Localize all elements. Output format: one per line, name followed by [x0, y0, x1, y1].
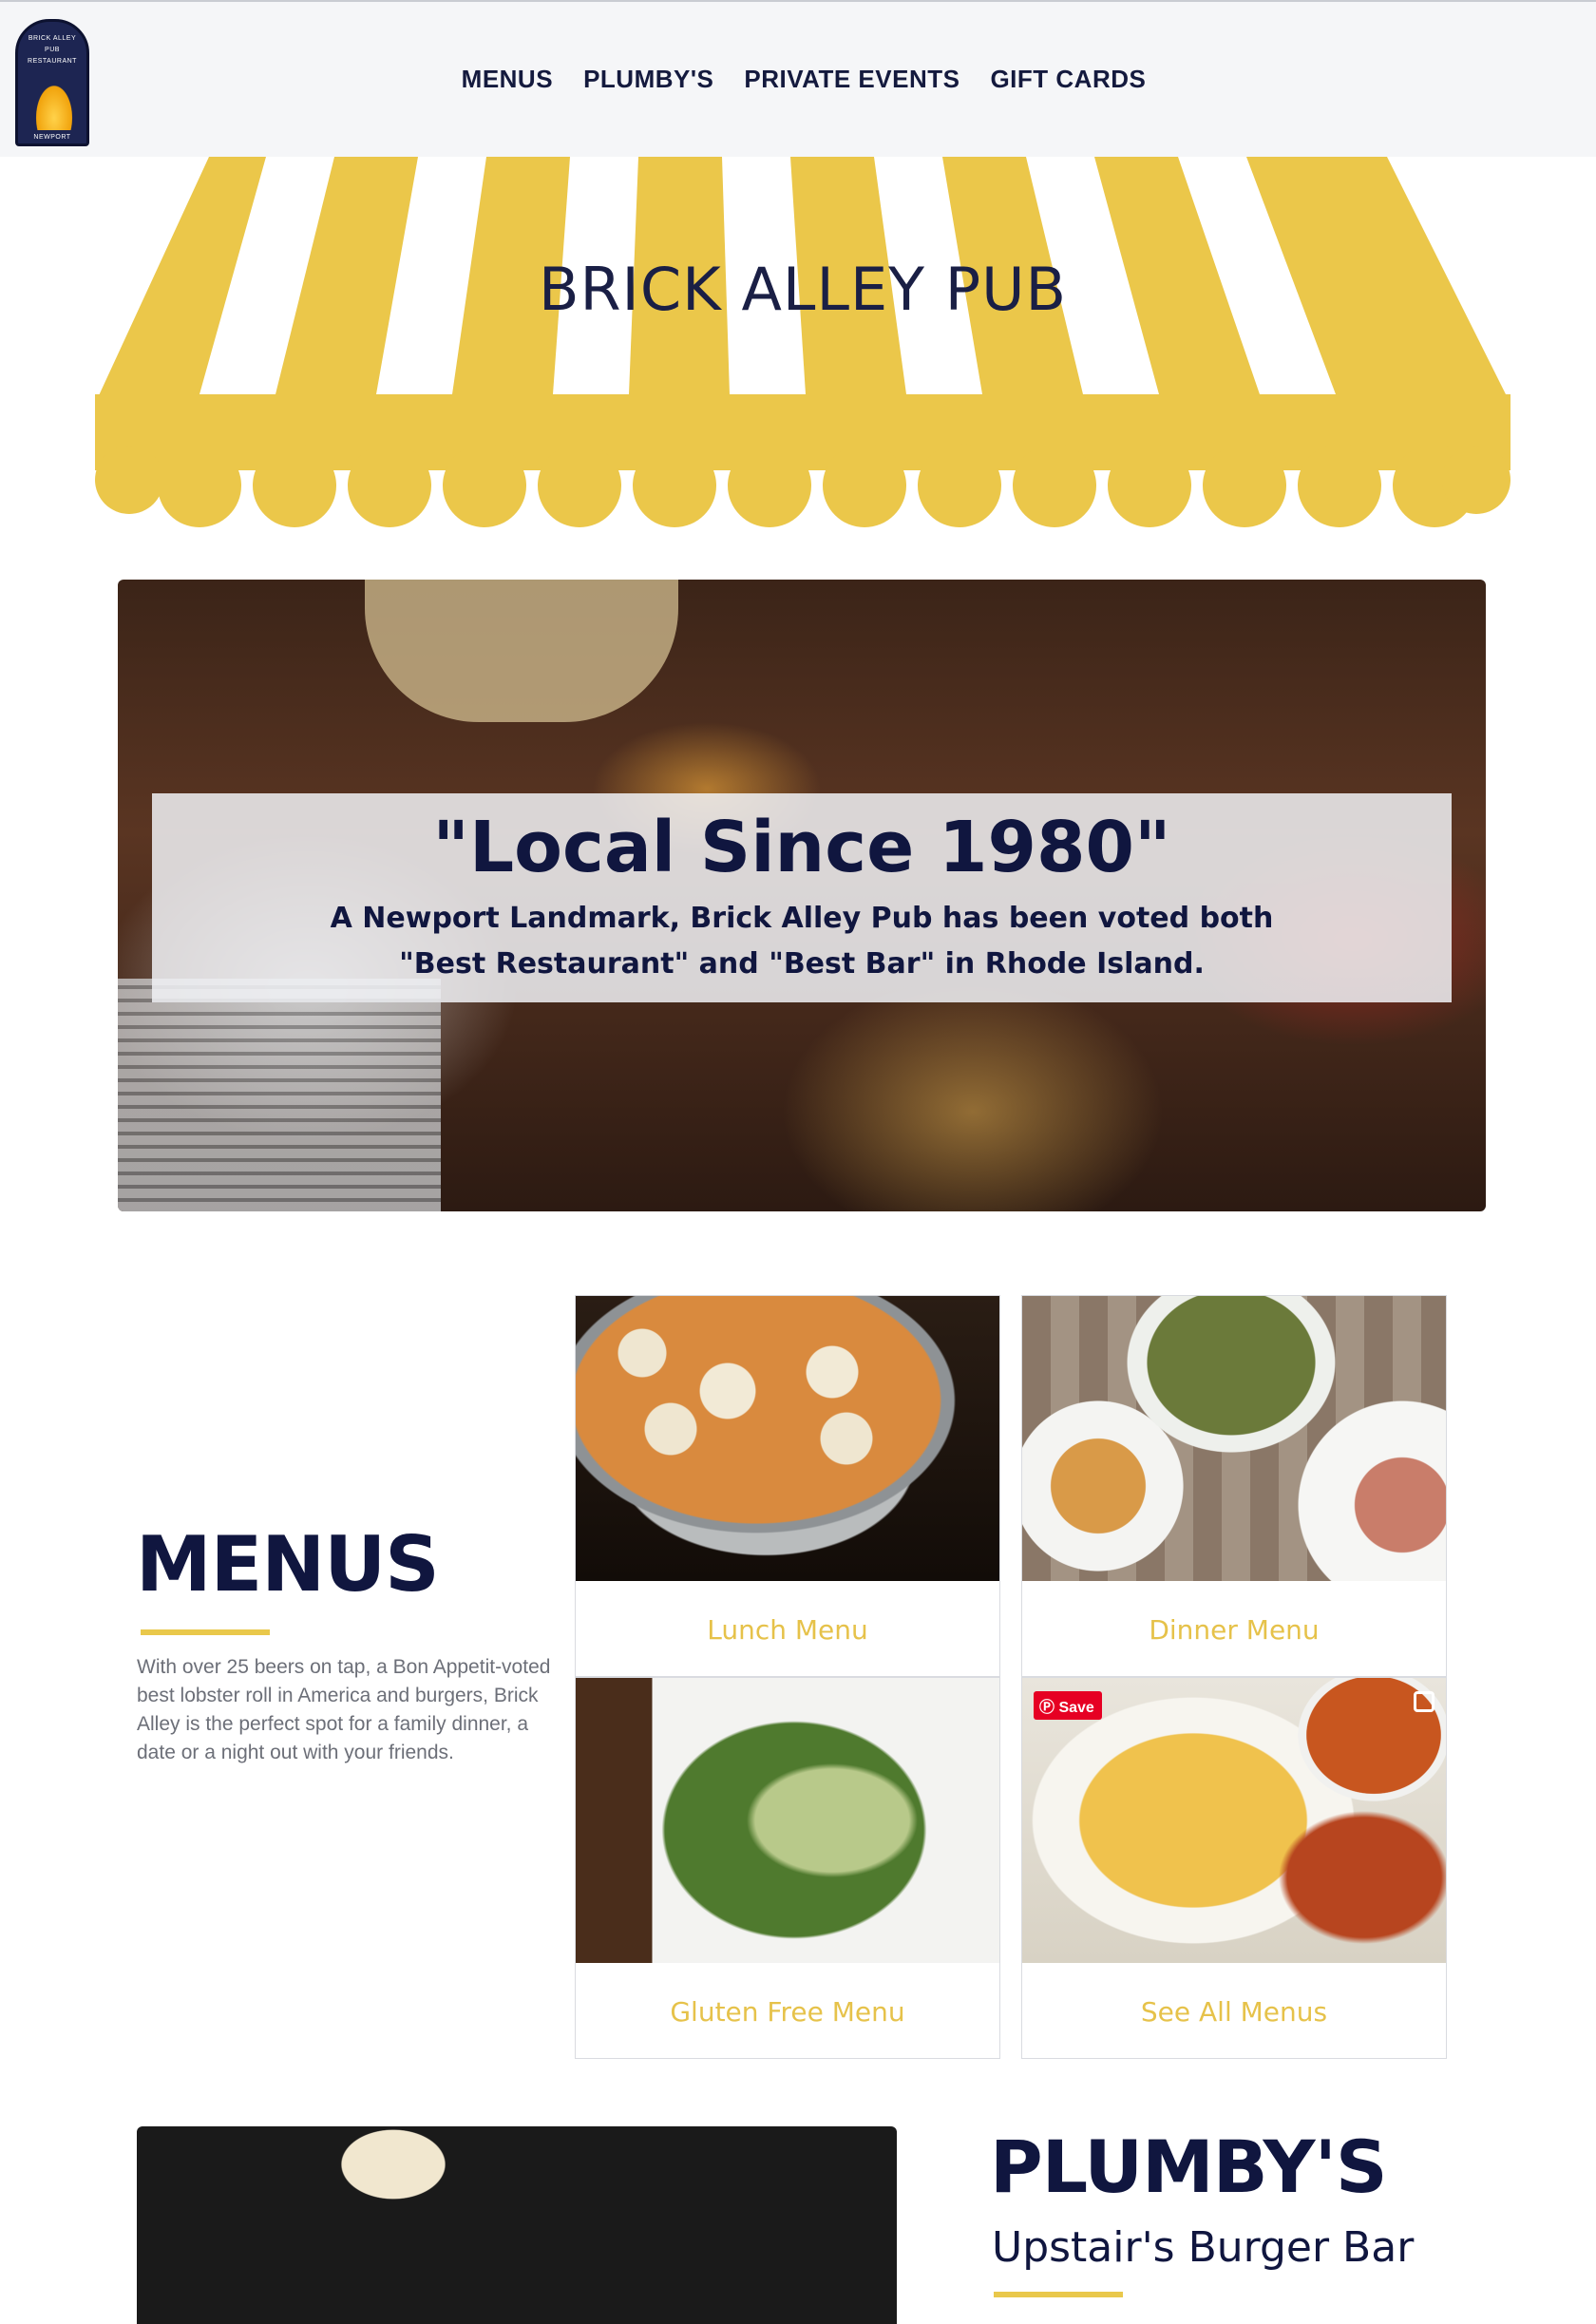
logo-line-3: RESTAURANT: [28, 58, 77, 65]
logo-line-4: NEWPORT: [33, 134, 71, 141]
all-menus-image: [1022, 1678, 1446, 1963]
lunch-menu-card[interactable]: Lunch Menu: [575, 1295, 1000, 1677]
nav-item-menus[interactable]: MENUS: [462, 65, 553, 94]
nav-item-gift-cards[interactable]: GIFT CARDS: [990, 65, 1146, 94]
menus-heading: MENUS: [136, 1520, 440, 1609]
nav-item-plumbys[interactable]: PLUMBY'S: [583, 65, 713, 94]
menus-heading-underline: [141, 1629, 270, 1635]
pinterest-icon: Ⓟ: [1039, 1700, 1059, 1716]
gluten-free-menu-image: [576, 1678, 999, 1963]
hero-subtitle: A Newport Landmark, Brick Alley Pub has …: [330, 902, 1274, 981]
plumbys-subtitle: Upstair's Burger Bar: [992, 2223, 1415, 2272]
hero-text-panel: "Local Since 1980" A Newport Landmark, B…: [152, 793, 1452, 1002]
nav-item-private-events[interactable]: PRIVATE EVENTS: [744, 65, 960, 94]
hero-sign-decoration: [365, 580, 678, 722]
hero-title: "Local Since 1980": [432, 807, 1171, 888]
dinner-menu-label[interactable]: Dinner Menu: [1022, 1581, 1446, 1676]
gluten-free-menu-card[interactable]: Gluten Free Menu: [575, 1677, 1000, 2059]
all-menus-label[interactable]: See All Menus: [1022, 1963, 1446, 2058]
awning-banner: [95, 157, 1510, 527]
dinner-menu-image: [1022, 1296, 1446, 1581]
all-menus-card[interactable]: Ⓟ Save See All Menus: [1021, 1677, 1447, 2059]
lunch-menu-image: [576, 1296, 999, 1581]
menus-description: With over 25 beers on tap, a Bon Appetit…: [137, 1656, 551, 1763]
awning-title: BRICK ALLEY PUB: [538, 255, 1068, 324]
gluten-free-menu-label[interactable]: Gluten Free Menu: [576, 1963, 999, 2058]
pinterest-save-label: Save: [1058, 1700, 1094, 1716]
lunch-menu-label[interactable]: Lunch Menu: [576, 1581, 999, 1676]
plumbys-heading: PLUMBY'S: [990, 2124, 1388, 2209]
expand-icon[interactable]: [1414, 1691, 1434, 1712]
pinterest-save-button[interactable]: Ⓟ Save: [1034, 1691, 1102, 1720]
hero-window-decoration: [118, 979, 441, 1211]
main-nav: MENUS PLUMBY'S PRIVATE EVENTS GIFT CARDS: [0, 65, 1596, 94]
plumbys-heading-underline: [994, 2292, 1123, 2297]
logo-line-2: PUB: [45, 47, 60, 53]
site-header: BRICK ALLEY PUB RESTAURANT NEWPORT MENUS…: [0, 0, 1596, 157]
hero-image: "Local Since 1980" A Newport Landmark, B…: [118, 580, 1486, 1211]
plumbys-image: [137, 2126, 897, 2324]
dinner-menu-card[interactable]: Dinner Menu: [1021, 1295, 1447, 1677]
logo-line-1: BRICK ALLEY: [28, 35, 77, 42]
